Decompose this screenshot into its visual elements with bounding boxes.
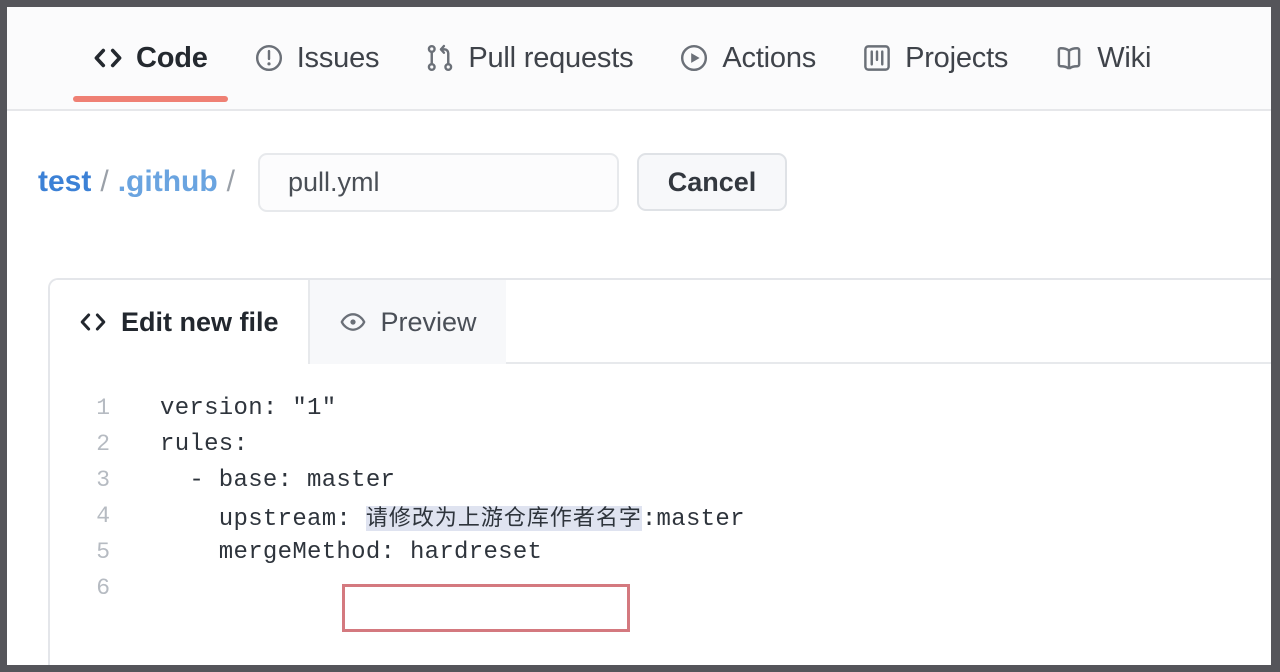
filename-input[interactable]: pull.yml [258,152,620,212]
nav-tab-projects[interactable]: Projects [839,7,1031,110]
breadcrumb-repo-link[interactable]: test [38,165,91,199]
breadcrumb-separator-2: / [226,165,236,198]
nav-tab-projects-label: Projects [905,41,1009,74]
line-prefix: upstream: [160,505,366,533]
repo-nav-bar: Code Issues Pull requests Actions Projec [7,7,1271,111]
breadcrumb: test / .github / [38,165,244,199]
book-icon [1054,43,1084,73]
code-line: 3 - base: master [50,462,1271,498]
tab-preview[interactable]: Preview [309,280,506,364]
nav-tab-pull-requests-label: Pull requests [468,41,634,74]
line-number: 6 [96,575,110,601]
nav-tab-code-label: Code [136,41,208,74]
cancel-button[interactable]: Cancel [637,153,788,211]
tab-edit-new-file-label: Edit new file [121,306,279,337]
line-number: 3 [96,467,110,493]
nav-tab-issues[interactable]: Issues [231,7,403,110]
screenshot-frame: Code Issues Pull requests Actions Projec [0,0,1280,672]
line-content: rules: [160,430,249,458]
placeholder-text-highlight: 请修改为上游仓库作者名字 [365,505,642,531]
file-editor-card: Edit new file Preview 1 version: "1" 2 r… [48,278,1271,665]
line-number: 5 [96,539,110,565]
project-board-icon [862,43,892,73]
line-suffix: :master [641,505,745,533]
file-path-row: test / .github / pull.yml Cancel [7,111,1271,253]
code-line-highlighted: 4 upstream: 请修改为上游仓库作者名字:master [50,498,1271,534]
nav-tab-wiki[interactable]: Wiki [1031,7,1174,110]
eye-icon [339,308,367,336]
editor-tab-strip: Edit new file Preview [50,280,1271,364]
play-icon [679,43,709,73]
nav-tab-code[interactable]: Code [70,7,231,110]
code-line: 1 version: "1" [50,390,1271,426]
line-content: - base: master [160,466,396,494]
code-editor-area[interactable]: 1 version: "1" 2 rules: 3 - base: master… [50,364,1271,665]
nav-tab-pull-requests[interactable]: Pull requests [402,7,656,110]
git-pull-request-icon [425,43,455,73]
cancel-button-label: Cancel [667,166,757,197]
line-content: upstream: 请修改为上游仓库作者名字:master [118,500,745,533]
nav-tab-issues-label: Issues [296,41,380,74]
nav-tab-actions[interactable]: Actions [656,7,839,110]
nav-tab-actions-label: Actions [722,41,817,74]
breadcrumb-separator-1: / [100,165,109,198]
code-icon [93,43,123,73]
code-line: 2 rules: [50,426,1271,462]
filename-input-value: pull.yml [288,166,380,197]
line-content: version: "1" [160,394,337,422]
code-icon [79,308,107,336]
code-line: 6 [50,570,1271,606]
line-number: 2 [96,431,110,457]
breadcrumb-folder-link[interactable]: .github [118,165,218,199]
tab-preview-label: Preview [380,306,477,337]
line-content: mergeMethod: hardreset [160,538,543,566]
line-number: 4 [96,503,110,529]
issue-opened-icon [254,43,284,73]
nav-tab-wiki-label: Wiki [1097,41,1152,74]
line-number: 1 [96,395,110,421]
tab-edit-new-file[interactable]: Edit new file [50,280,310,364]
code-line: 5 mergeMethod: hardreset [50,534,1271,570]
